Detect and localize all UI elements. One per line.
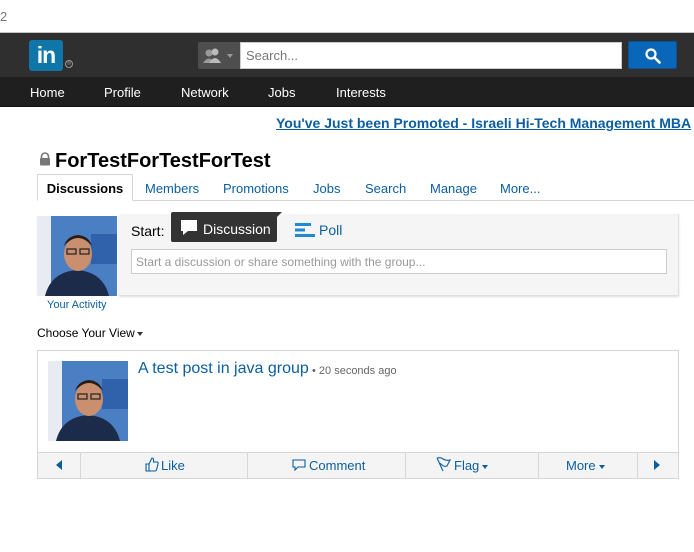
post-timestamp: • 20 seconds ago <box>312 365 397 377</box>
tab-promotions[interactable]: Promotions <box>223 181 289 196</box>
browser-address-bar[interactable]: 2 <box>0 0 694 33</box>
flag-icon <box>436 457 451 472</box>
tab-discussions[interactable]: Discussions <box>37 174 133 201</box>
nav-home[interactable]: Home <box>30 85 65 100</box>
poll-icon[interactable] <box>295 223 315 237</box>
speech-bubble-icon <box>181 220 197 235</box>
tab-search[interactable]: Search <box>365 181 406 196</box>
tab-label: Discussions <box>46 181 124 196</box>
chevron-down-icon <box>482 464 489 469</box>
avatar-photo <box>37 216 117 296</box>
discussion-label: Discussion <box>203 221 271 237</box>
user-avatar[interactable] <box>37 216 117 296</box>
tabs-divider <box>37 200 694 201</box>
people-icon <box>203 48 233 63</box>
search-icon <box>645 48 661 64</box>
share-input[interactable] <box>131 249 667 274</box>
more-button[interactable]: More <box>538 452 637 478</box>
chevron-right-icon <box>654 460 660 470</box>
post-author-avatar[interactable] <box>48 361 128 441</box>
next-post-button[interactable] <box>637 452 678 478</box>
tab-members[interactable]: Members <box>145 181 199 196</box>
linkedin-logo[interactable]: in <box>29 40 63 71</box>
search-button[interactable] <box>628 41 677 69</box>
more-label: More <box>566 458 605 473</box>
chevron-left-icon <box>56 460 62 470</box>
tab-jobs[interactable]: Jobs <box>313 181 340 196</box>
search-type-dropdown[interactable] <box>198 42 240 69</box>
choose-view-label: Choose Your View <box>37 326 135 340</box>
address-text: 2 <box>0 9 8 24</box>
flag-button[interactable]: Flag <box>405 452 538 478</box>
tab-manage[interactable]: Manage <box>430 181 477 196</box>
nav-profile[interactable]: Profile <box>104 85 141 100</box>
comment-icon <box>292 459 306 471</box>
like-label: Like <box>161 458 185 473</box>
nav-jobs[interactable]: Jobs <box>268 85 295 100</box>
poll-link[interactable]: Poll <box>319 222 342 238</box>
post-title-link[interactable]: A test post in java group <box>138 360 309 378</box>
ad-link[interactable]: You've Just been Promoted - Israeli Hi-T… <box>276 115 691 131</box>
chevron-down-icon <box>136 331 143 336</box>
choose-view-dropdown[interactable]: Choose Your View <box>37 326 143 340</box>
nav-network[interactable]: Network <box>181 85 229 100</box>
start-label: Start: <box>131 223 165 239</box>
registered-mark-icon: ® <box>65 60 73 68</box>
like-button[interactable]: Like <box>80 452 247 478</box>
tab-more[interactable]: More... <box>500 181 540 196</box>
prev-post-button[interactable] <box>38 452 80 478</box>
search-input[interactable] <box>240 42 622 69</box>
avatar-photo <box>48 361 128 441</box>
lock-icon <box>40 152 50 166</box>
nav-interests[interactable]: Interests <box>336 85 386 100</box>
your-activity-link[interactable]: Your Activity <box>47 299 107 311</box>
tab-notch <box>275 212 282 219</box>
flag-label: Flag <box>454 458 489 473</box>
group-title: ForTestForTestForTest <box>55 150 271 172</box>
chevron-down-icon <box>598 464 605 469</box>
discussion-button[interactable]: Discussion <box>171 212 277 242</box>
thumbs-up-icon <box>145 457 159 472</box>
comment-button[interactable]: Comment <box>247 452 405 478</box>
comment-label: Comment <box>309 458 366 473</box>
